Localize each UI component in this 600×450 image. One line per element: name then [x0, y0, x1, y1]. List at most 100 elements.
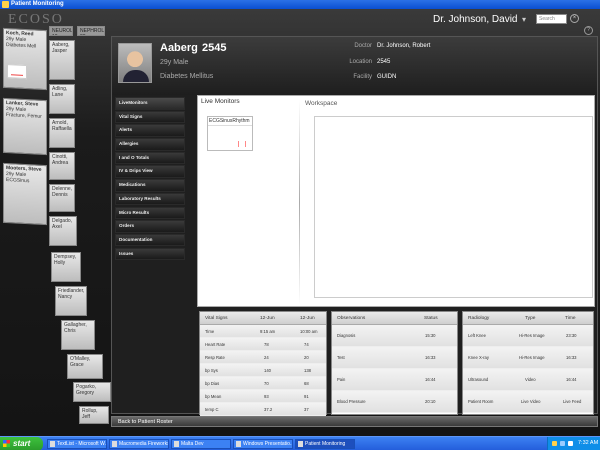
patient-card[interactable]: Lanker, Steve 29y Male Fracture, Femur [3, 97, 47, 156]
list-item[interactable]: Adling, Lane [49, 84, 75, 114]
stack-header: NEPHROLOGY 28 [77, 26, 105, 36]
workspace-drop-zone[interactable] [314, 116, 593, 298]
chevron-down-icon[interactable]: ▾ [522, 15, 526, 24]
location-value: 2545 [377, 59, 391, 65]
patient-card[interactable]: Koch, Reed 29y Male Diabetes Mell [3, 27, 47, 91]
list-item[interactable]: Friedlander, Nancy [55, 286, 87, 316]
list-item[interactable]: Dempsey, Holly [51, 252, 81, 282]
window-title-bar[interactable]: Patient Monitoring [0, 0, 600, 9]
nav-item-documentation[interactable]: Documentation [115, 233, 185, 247]
list-item[interactable]: Arnold, Raffaella [49, 118, 75, 148]
nav-item-io-totals[interactable]: I and O Totals [115, 151, 185, 165]
table-row[interactable]: Blood Pressure 20:10 [332, 391, 457, 413]
cell: 68 [304, 381, 309, 386]
table-row[interactable]: Heart Rate 78 74 [200, 338, 326, 351]
patient-panel: Aaberg 2545 29y Male Diabetes Mellitus D… [111, 36, 598, 416]
doctor-label: Doctor [354, 43, 372, 49]
cell: 37.2 [264, 407, 273, 412]
nav-item-livemonitors[interactable]: LiveMonitors [115, 97, 185, 110]
patient-diagnosis: Diabetes Mellitus [160, 73, 214, 80]
table-row[interactable]: Ultrasound Video 16:44 [463, 369, 593, 391]
cell: 91 [304, 394, 309, 399]
taskbar-item-active[interactable]: Patient Monitoring [295, 439, 355, 449]
nav-item-alerts[interactable]: Alerts [115, 124, 185, 137]
grid-header: Radiology Type Time [463, 312, 593, 325]
cell: 23:30 [566, 333, 577, 338]
cell: 16:33 [566, 355, 577, 360]
list-item[interactable]: Delenne, Dennis [49, 184, 75, 212]
tray-icon[interactable] [560, 441, 565, 446]
cell: 74 [304, 342, 309, 347]
patient-nav: LiveMonitors Vital Signs Alerts Allergie… [115, 97, 185, 261]
nav-item-micro-results[interactable]: Micro Results [115, 206, 185, 219]
help-icon[interactable]: ? [584, 26, 593, 35]
ecg-monitor-thumbnail[interactable]: ECGSinusRhythm [207, 116, 253, 151]
avatar [118, 43, 152, 83]
workspace-title: Workspace [305, 100, 338, 107]
start-button[interactable]: start [0, 437, 43, 450]
table-row[interactable]: Time 9:15 am 10:00 am [200, 325, 326, 338]
nav-item-issues[interactable]: Issues [115, 247, 185, 261]
patient-card[interactable]: Mooters, Steve 29y Male ECGSinus [3, 162, 47, 226]
search-input[interactable]: Search [536, 14, 567, 24]
list-item[interactable]: Cinotti, Andrea [49, 152, 75, 180]
list-item[interactable]: Delgado, Axel [49, 216, 77, 246]
table-row[interactable]: Pain 16:44 [332, 369, 457, 391]
patient-id: 2545 [202, 42, 227, 54]
list-item[interactable]: Gallagher, Chris [61, 320, 95, 350]
table-row[interactable]: bp Mean 93 91 [200, 390, 326, 403]
cell: 78 [264, 342, 269, 347]
ecg-monitor-label: ECGSinusRhythm [208, 117, 252, 126]
column-header: Radiology [468, 316, 490, 321]
table-row[interactable]: Resp Rate 24 20 [200, 351, 326, 364]
tray-icon[interactable] [552, 441, 557, 446]
taskbar-item[interactable]: Macromedia Fireworks... [109, 439, 169, 449]
cell: Hi-Res Image [519, 333, 545, 338]
facility-value: GUIDN [377, 74, 397, 80]
cell: 24 [264, 355, 269, 360]
nav-item-vital-signs[interactable]: Vital Signs [115, 110, 185, 124]
taskbar-item[interactable]: Malta Dev [171, 439, 231, 449]
cell: 37 [304, 407, 309, 412]
back-to-roster-button[interactable]: Back to Patient Roster [118, 418, 173, 426]
nav-item-lab-results[interactable]: Laboratory Results [115, 192, 185, 206]
nav-item-iv-drips[interactable]: IV & Drips View [115, 165, 185, 178]
divider [299, 100, 300, 305]
table-row[interactable]: temp C 37.2 37 [200, 403, 326, 416]
cell: temp C [205, 407, 219, 412]
list-item[interactable]: O'Malley, Grace [67, 354, 103, 379]
table-row[interactable]: Patient Room Live Video Live Feed [463, 391, 593, 413]
taskbar-item[interactable]: TextList - Microsoft W... [47, 439, 107, 449]
table-row[interactable]: Left Knee Hi-Res Image 23:30 [463, 325, 593, 347]
cell: 140 [264, 368, 271, 373]
cell: 93 [264, 394, 269, 399]
user-name[interactable]: Dr. Johnson, David [433, 14, 518, 25]
list-item[interactable]: Rollup, Jeff [79, 406, 109, 424]
grid-header: Observations Status [332, 312, 457, 325]
taskbar-item[interactable]: Windows Presentatio... [233, 439, 293, 449]
nav-item-allergies[interactable]: Allergies [115, 138, 185, 151]
stack-header: NEUROLOGY 18 [49, 26, 73, 36]
cell: Ultrasound [468, 377, 489, 382]
tray-icon[interactable] [568, 441, 573, 446]
column-header: 12-Jun [300, 316, 315, 321]
vital-signs-grid: Vital Signs 12-Jun 12-Jun Time 9:15 am 10:… [199, 311, 327, 416]
cell: 16:44 [566, 377, 577, 382]
column-header: 12-Jun [260, 316, 275, 321]
nav-item-orders[interactable]: Orders [115, 220, 185, 233]
clock: 7:32 AM [578, 440, 599, 446]
column-header: Observations [337, 316, 366, 321]
list-item[interactable]: Pogarko, Gregory [73, 382, 111, 402]
table-row[interactable]: bp Sys 140 138 [200, 364, 326, 377]
nav-item-medications[interactable]: Medications [115, 179, 185, 192]
table-row[interactable]: Test 16:33 [332, 347, 457, 369]
cell: Left Knee [468, 333, 486, 338]
table-row[interactable]: bp Dias 70 68 [200, 377, 326, 390]
table-row[interactable]: Diagnosis 15:30 [332, 325, 457, 347]
list-item[interactable]: Aaberg, Jasper [49, 40, 75, 80]
footer-bar: Back to Patient Roster [111, 416, 598, 427]
table-row[interactable]: Knee X-ray Hi-Res Image 16:33 [463, 347, 593, 369]
cell: Hi-Res Image [519, 355, 545, 360]
close-icon[interactable]: × [570, 14, 579, 23]
cell: bp Dias [205, 381, 220, 386]
